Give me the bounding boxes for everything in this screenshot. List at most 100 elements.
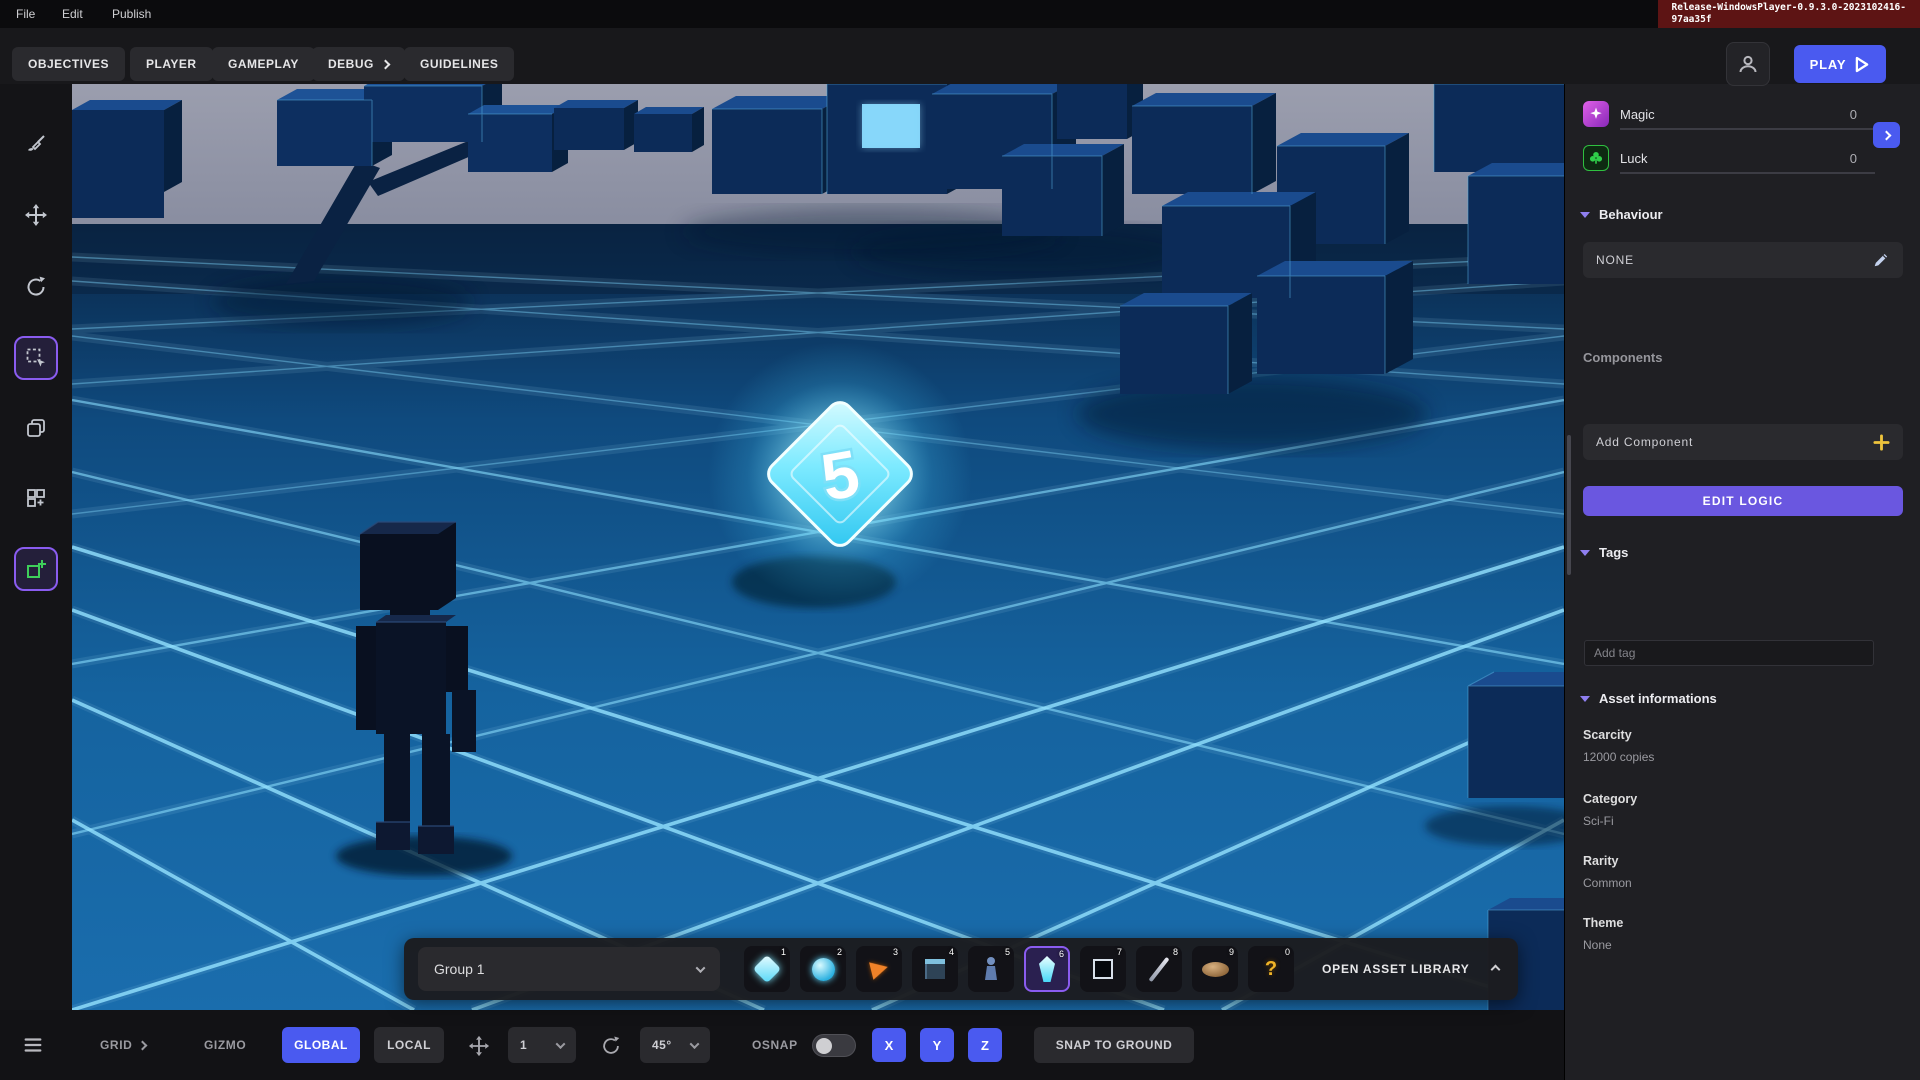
edit-pencil-icon[interactable] bbox=[1872, 251, 1890, 269]
tab-player[interactable]: PLAYER bbox=[130, 47, 213, 81]
menu-edit[interactable]: Edit bbox=[62, 0, 83, 28]
question-block-icon: ? bbox=[1265, 958, 1277, 981]
snap-to-ground-label: SNAP TO GROUND bbox=[1056, 1038, 1173, 1052]
asset-slot-6-selected[interactable]: 6 bbox=[1024, 946, 1070, 992]
slot-number: 0 bbox=[1285, 947, 1290, 957]
asset-info-header-label: Asset informations bbox=[1599, 691, 1717, 706]
chevron-right-icon bbox=[380, 59, 390, 69]
behaviour-value: NONE bbox=[1596, 253, 1634, 267]
viewport-scene[interactable]: 5 bbox=[72, 84, 1564, 1010]
asset-slot-0[interactable]: ? 0 bbox=[1248, 946, 1294, 992]
group-dropdown-value: Group 1 bbox=[434, 961, 485, 977]
local-mode-button[interactable]: LOCAL bbox=[374, 1027, 444, 1063]
inspector-panel: Magic 0 Luck 0 Behaviour NONE Components… bbox=[1564, 84, 1920, 1080]
translate-step-icon bbox=[468, 1035, 490, 1057]
duplicate-tool-button[interactable] bbox=[14, 406, 58, 450]
slot-number: 4 bbox=[949, 947, 954, 957]
behaviour-section-header[interactable]: Behaviour bbox=[1580, 207, 1663, 222]
group-dropdown[interactable]: Group 1 bbox=[418, 947, 720, 991]
rotate-tool-button[interactable] bbox=[14, 265, 58, 309]
layers-list-button[interactable] bbox=[14, 1026, 52, 1064]
add-component-button[interactable]: Add Component bbox=[1583, 424, 1903, 460]
add-tag-input[interactable] bbox=[1584, 640, 1874, 666]
panel-expand-button[interactable] bbox=[1873, 122, 1900, 148]
user-icon bbox=[1736, 52, 1760, 76]
disc-icon bbox=[1202, 962, 1229, 977]
dark-cube-icon bbox=[1093, 959, 1113, 979]
global-mode-button[interactable]: GLOBAL bbox=[282, 1027, 360, 1063]
slot-number: 7 bbox=[1117, 947, 1122, 957]
scarcity-value: 12000 copies bbox=[1583, 750, 1654, 764]
grid-label: GRID bbox=[100, 1038, 132, 1052]
axis-y-button[interactable]: Y bbox=[920, 1028, 954, 1062]
orb-icon bbox=[812, 958, 835, 981]
collapse-triangle-icon bbox=[1580, 212, 1590, 218]
translate-step-dropdown[interactable]: 1 bbox=[508, 1027, 576, 1063]
tab-objectives[interactable]: OBJECTIVES bbox=[12, 47, 125, 81]
behaviour-header-label: Behaviour bbox=[1599, 207, 1663, 222]
asset-group-tool-button[interactable] bbox=[14, 476, 58, 520]
add-block-icon bbox=[24, 557, 48, 581]
snap-to-ground-button[interactable]: SNAP TO GROUND bbox=[1034, 1027, 1194, 1063]
panel-scrollbar[interactable] bbox=[1567, 435, 1571, 575]
toggle-knob bbox=[816, 1038, 832, 1054]
avatar-button[interactable] bbox=[1726, 42, 1770, 86]
add-component-label: Add Component bbox=[1596, 435, 1693, 449]
viewport[interactable]: 5 bbox=[72, 84, 1564, 1010]
stat-slider-magic[interactable] bbox=[1620, 128, 1875, 130]
stat-slider-luck[interactable] bbox=[1620, 172, 1875, 174]
collapse-asset-bar-button[interactable] bbox=[1480, 938, 1510, 1000]
asset-slot-7[interactable]: 7 bbox=[1080, 946, 1126, 992]
tab-debug[interactable]: DEBUG bbox=[312, 47, 405, 81]
stat-row-luck: Luck 0 bbox=[1583, 144, 1899, 172]
plus-icon bbox=[1873, 434, 1890, 451]
asset-slot-4[interactable]: 4 bbox=[912, 946, 958, 992]
slot-number: 5 bbox=[1005, 947, 1010, 957]
tags-header-label: Tags bbox=[1599, 545, 1628, 560]
asset-slot-8[interactable]: 8 bbox=[1136, 946, 1182, 992]
magic-icon bbox=[1583, 101, 1609, 127]
play-button[interactable]: PLAY bbox=[1794, 45, 1886, 83]
tab-player-label: PLAYER bbox=[146, 57, 197, 71]
tab-gameplay[interactable]: GAMEPLAY bbox=[212, 47, 315, 81]
chevron-down-icon bbox=[696, 963, 706, 973]
add-voxel-tool-button[interactable] bbox=[14, 547, 58, 591]
global-label: GLOBAL bbox=[294, 1038, 348, 1052]
tab-guidelines-label: GUIDELINES bbox=[420, 57, 498, 71]
rotate-step-dropdown[interactable]: 45° bbox=[640, 1027, 710, 1063]
asset-info-section-header[interactable]: Asset informations bbox=[1580, 691, 1717, 706]
asset-group-icon bbox=[24, 486, 48, 510]
open-asset-library-button[interactable]: OPEN ASSET LIBRARY bbox=[1322, 938, 1470, 1000]
statue-icon bbox=[979, 956, 1003, 982]
menubar: File Edit Publish Release-WindowsPlayer-… bbox=[0, 0, 1920, 28]
tags-section-header[interactable]: Tags bbox=[1580, 545, 1628, 560]
asset-slot-5[interactable]: 5 bbox=[968, 946, 1014, 992]
pickup-gem: 5 bbox=[708, 342, 972, 608]
tab-objectives-label: OBJECTIVES bbox=[28, 57, 109, 71]
staff-icon bbox=[1148, 956, 1169, 981]
asset-slot-9[interactable]: 9 bbox=[1192, 946, 1238, 992]
crystal-icon bbox=[1039, 956, 1055, 982]
menu-file[interactable]: File bbox=[16, 0, 35, 28]
paint-tool-button[interactable] bbox=[14, 122, 58, 166]
edit-logic-button[interactable]: EDIT LOGIC bbox=[1583, 486, 1903, 516]
axis-x-button[interactable]: X bbox=[872, 1028, 906, 1062]
asset-slot-1[interactable]: 1 bbox=[744, 946, 790, 992]
osnap-toggle[interactable] bbox=[812, 1034, 856, 1057]
axis-z-button[interactable]: Z bbox=[968, 1028, 1002, 1062]
asset-slot-3[interactable]: 3 bbox=[856, 946, 902, 992]
behaviour-field[interactable]: NONE bbox=[1583, 242, 1903, 278]
slot-number: 2 bbox=[837, 947, 842, 957]
select-tool-button[interactable] bbox=[14, 336, 58, 380]
menu-publish[interactable]: Publish bbox=[112, 0, 151, 28]
cube-icon bbox=[925, 959, 945, 979]
grid-menu[interactable]: GRID bbox=[100, 1010, 146, 1080]
category-label: Category bbox=[1583, 792, 1637, 806]
slot-number: 8 bbox=[1173, 947, 1178, 957]
stat-label: Magic bbox=[1620, 107, 1655, 122]
asset-slot-2[interactable]: 2 bbox=[800, 946, 846, 992]
osnap-text: OSNAP bbox=[752, 1038, 798, 1052]
move-tool-button[interactable] bbox=[14, 193, 58, 237]
tab-guidelines[interactable]: GUIDELINES bbox=[404, 47, 514, 81]
slot-number: 6 bbox=[1059, 949, 1064, 959]
